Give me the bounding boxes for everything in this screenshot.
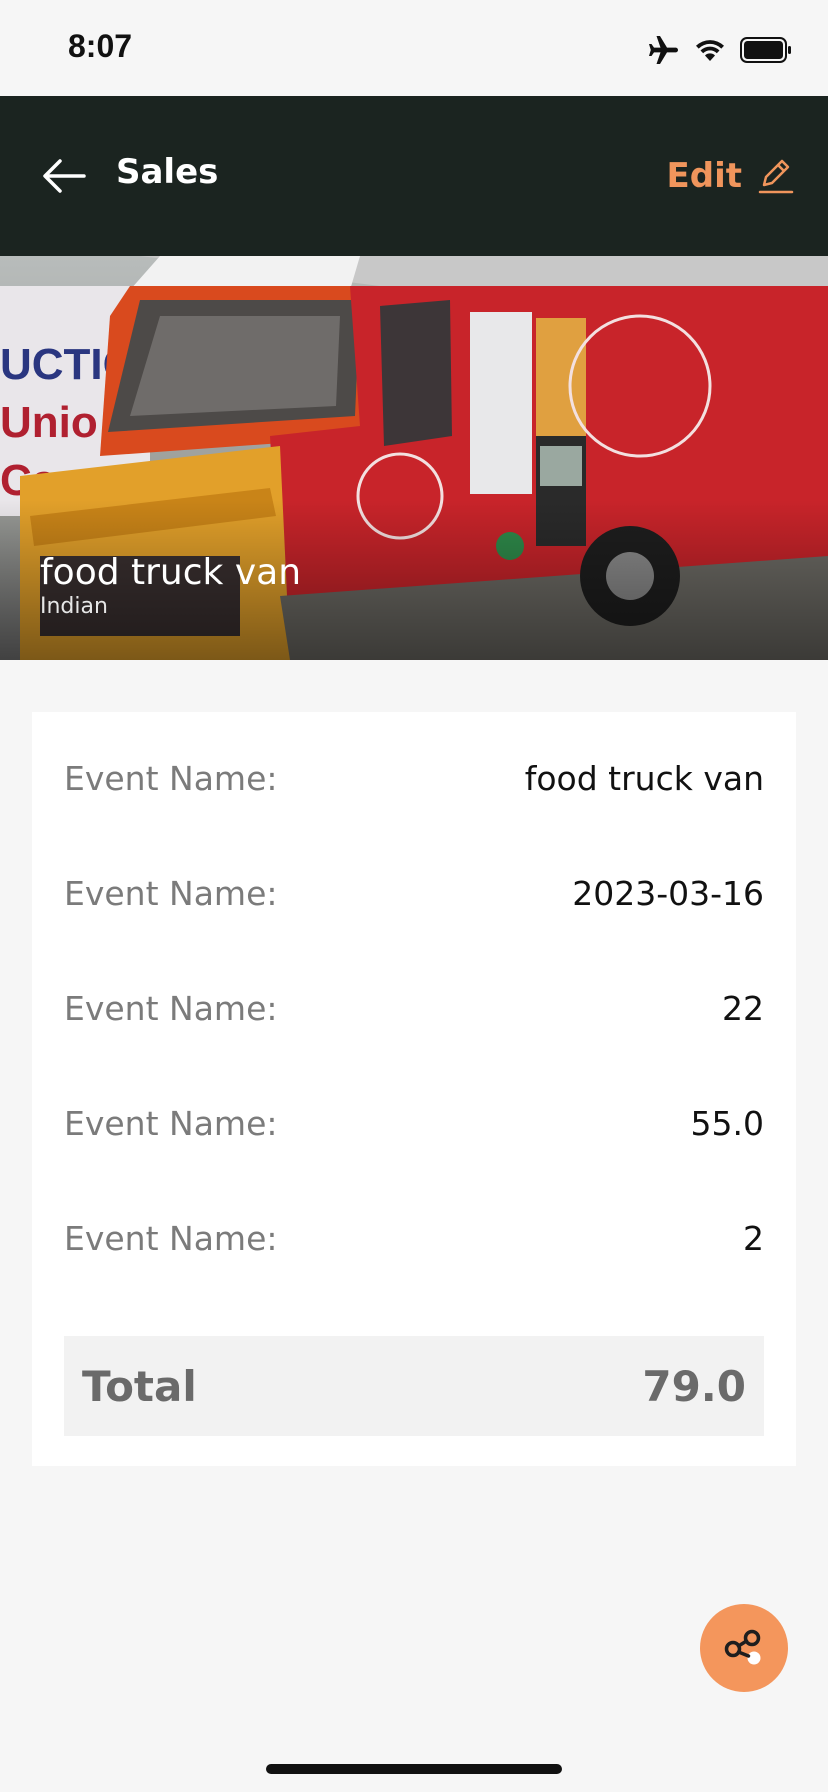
detail-label: Event Name: xyxy=(64,988,278,1028)
detail-value: 55.0 xyxy=(690,1103,764,1143)
share-nodes-icon xyxy=(724,1629,761,1665)
total-label: Total xyxy=(82,1361,197,1411)
detail-value: 22 xyxy=(722,988,764,1028)
pencil-icon xyxy=(758,159,794,194)
status-bar: 8:07 xyxy=(0,0,828,96)
status-icons xyxy=(648,34,792,66)
hero-image: UCTIO Unio Ca food truck xyxy=(0,256,828,660)
total-value: 79.0 xyxy=(642,1361,746,1411)
cuisine-label: Indian xyxy=(40,594,108,619)
detail-value: 2023-03-16 xyxy=(572,873,764,913)
wifi-icon xyxy=(696,40,724,61)
detail-value: 2 xyxy=(743,1218,764,1258)
back-button[interactable] xyxy=(42,156,86,196)
detail-value: food truck van xyxy=(524,758,764,798)
sales-details-card: Event Name: food truck van Event Name: 2… xyxy=(32,712,796,1466)
home-indicator xyxy=(266,1764,562,1774)
detail-row: Event Name: 55.0 xyxy=(64,1093,764,1153)
truck-name: food truck van xyxy=(40,552,302,593)
app-header: Sales Edit xyxy=(0,96,828,256)
detail-label: Event Name: xyxy=(64,873,278,913)
share-button[interactable] xyxy=(700,1604,788,1692)
detail-label: Event Name: xyxy=(64,1103,278,1143)
detail-row: Event Name: 2 xyxy=(64,1208,764,1268)
page-title: Sales xyxy=(116,152,219,192)
detail-row: Event Name: 22 xyxy=(64,978,764,1038)
detail-row: Event Name: 2023-03-16 xyxy=(64,863,764,923)
detail-label: Event Name: xyxy=(64,1218,278,1258)
status-time: 8:07 xyxy=(68,28,133,64)
detail-row: Event Name: food truck van xyxy=(64,748,764,808)
total-row: Total 79.0 xyxy=(64,1336,764,1436)
edit-label: Edit xyxy=(666,156,742,196)
edit-button[interactable]: Edit xyxy=(667,152,794,200)
airplane-icon xyxy=(649,36,678,64)
arrow-left-icon xyxy=(43,159,86,193)
detail-label: Event Name: xyxy=(64,758,278,798)
battery-icon xyxy=(740,37,791,63)
